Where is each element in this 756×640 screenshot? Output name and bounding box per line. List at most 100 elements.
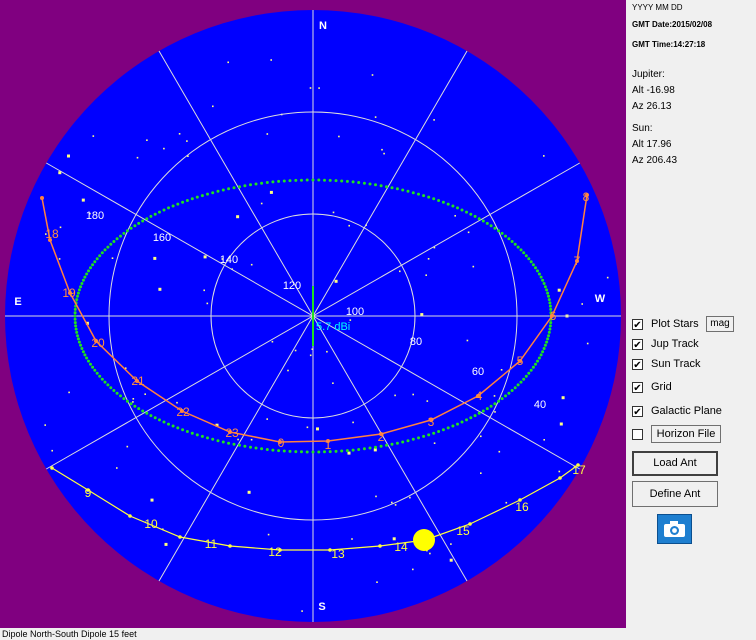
galactic-point [451, 204, 455, 208]
galactic-point [100, 251, 104, 255]
galactic-point [541, 350, 545, 354]
sky-map[interactable]: 180160140120100806040 1819202122230 12345… [0, 0, 626, 628]
star [212, 105, 214, 108]
galactic-point [74, 324, 78, 328]
galactic-point [500, 397, 504, 401]
galactic-point [238, 443, 241, 447]
sun-track-label: Sun Track [651, 358, 701, 370]
antenna-gain-label: 5.7 dBi [316, 321, 350, 333]
star [391, 501, 393, 504]
galactic-point [171, 424, 175, 428]
galactic-point [149, 214, 153, 218]
galactic-point [76, 294, 79, 298]
galactic-longitude-label: 100 [346, 306, 364, 318]
camera-icon[interactable] [657, 514, 692, 544]
control-panel: YYYY MM DD GMT Date:2015/02/08 GMT Time:… [626, 0, 756, 640]
galactic-point [469, 416, 473, 420]
galactic-point [125, 399, 129, 403]
gmt-time: GMT Time:14:27:18 [632, 40, 706, 49]
galactic-point [265, 181, 269, 184]
galactic-point [345, 449, 349, 453]
sky-panel[interactable]: 180 160 140 120 100 80 60 40 18 19 20 21 22 23 0 1 2 3 4 5… [0, 0, 626, 628]
galactic-point [76, 334, 79, 338]
grid-check[interactable]: ✔ [632, 381, 643, 394]
horizon-file-checkbox[interactable]: Horizon File [632, 425, 721, 443]
sun-marker [413, 529, 435, 551]
galactic-point [541, 278, 545, 282]
galactic-point [456, 206, 459, 210]
galactic-point [547, 298, 551, 302]
sun-track-checkbox[interactable]: ✔ Sun Track [632, 356, 701, 372]
galactic-plane-check[interactable]: ✔ [632, 405, 643, 418]
galactic-point [539, 353, 543, 357]
mag-button[interactable]: mag [706, 316, 734, 332]
galactic-point [277, 179, 281, 183]
galactic-point [534, 266, 537, 270]
star [543, 155, 545, 157]
galactic-point [460, 208, 464, 212]
star [409, 496, 411, 499]
galactic-point [305, 178, 309, 182]
star [247, 490, 251, 494]
galactic-point [374, 445, 377, 449]
galactic-point [323, 178, 326, 182]
star [271, 340, 274, 343]
galactic-point [334, 449, 338, 453]
sun-track-check[interactable]: ✔ [632, 358, 643, 371]
galactic-longitude-label: 40 [534, 399, 546, 411]
galactic-point [545, 340, 549, 344]
galactic-point [456, 422, 459, 426]
galactic-point [531, 263, 535, 267]
date-format-label: YYYY MM DD [632, 3, 683, 12]
galactic-point [145, 217, 149, 221]
horizon-file-button[interactable]: Horizon File [651, 425, 721, 443]
galactic-point [216, 439, 220, 443]
galactic-point [510, 389, 514, 392]
compass-west: W [595, 293, 606, 305]
galactic-point [80, 282, 84, 285]
star [472, 265, 475, 268]
grid-checkbox[interactable]: ✔ Grid [632, 379, 672, 395]
sun-track-point [228, 544, 232, 548]
galactic-point [294, 450, 298, 454]
star [450, 543, 452, 545]
galactic-point [507, 237, 511, 241]
galactic-point [75, 330, 79, 334]
sun-track-point [50, 466, 54, 470]
star [586, 342, 589, 345]
galactic-point [379, 184, 383, 188]
jup-track-check[interactable]: ✔ [632, 338, 643, 351]
galactic-point [211, 191, 215, 195]
galactic-longitude-label: 180 [86, 210, 104, 222]
galactic-point [89, 266, 92, 270]
plot-stars-checkbox[interactable]: ✔ Plot Stars [632, 316, 699, 332]
galactic-point [81, 278, 85, 282]
star [270, 59, 272, 61]
jupiter-hour-label: 20 [91, 336, 105, 350]
star [150, 498, 154, 502]
galactic-point [340, 179, 344, 183]
horizon-file-check[interactable] [632, 428, 643, 440]
plot-stars-check[interactable]: ✔ [632, 318, 643, 331]
sun-track-point [128, 514, 132, 518]
define-ant-button[interactable]: Define Ant [632, 481, 718, 507]
galactic-point [351, 448, 355, 452]
galactic-point [311, 450, 315, 454]
galactic-point [185, 430, 189, 433]
jup-track-checkbox[interactable]: ✔ Jup Track [632, 336, 699, 352]
load-ant-button[interactable]: Load Ant [632, 451, 718, 476]
galactic-point [427, 195, 431, 199]
star [163, 147, 165, 150]
galactic-plane-checkbox[interactable]: ✔ Galactic Plane [632, 403, 722, 419]
star [44, 424, 46, 426]
galactic-point [548, 327, 552, 331]
star [178, 133, 181, 135]
star [352, 421, 354, 424]
galactic-point [516, 245, 520, 249]
galactic-point [221, 188, 225, 192]
galactic-point [385, 443, 388, 447]
star [433, 442, 436, 444]
jupiter-track-point [40, 196, 44, 200]
sun-hour-label: 15 [456, 524, 470, 538]
galactic-point [73, 307, 77, 311]
